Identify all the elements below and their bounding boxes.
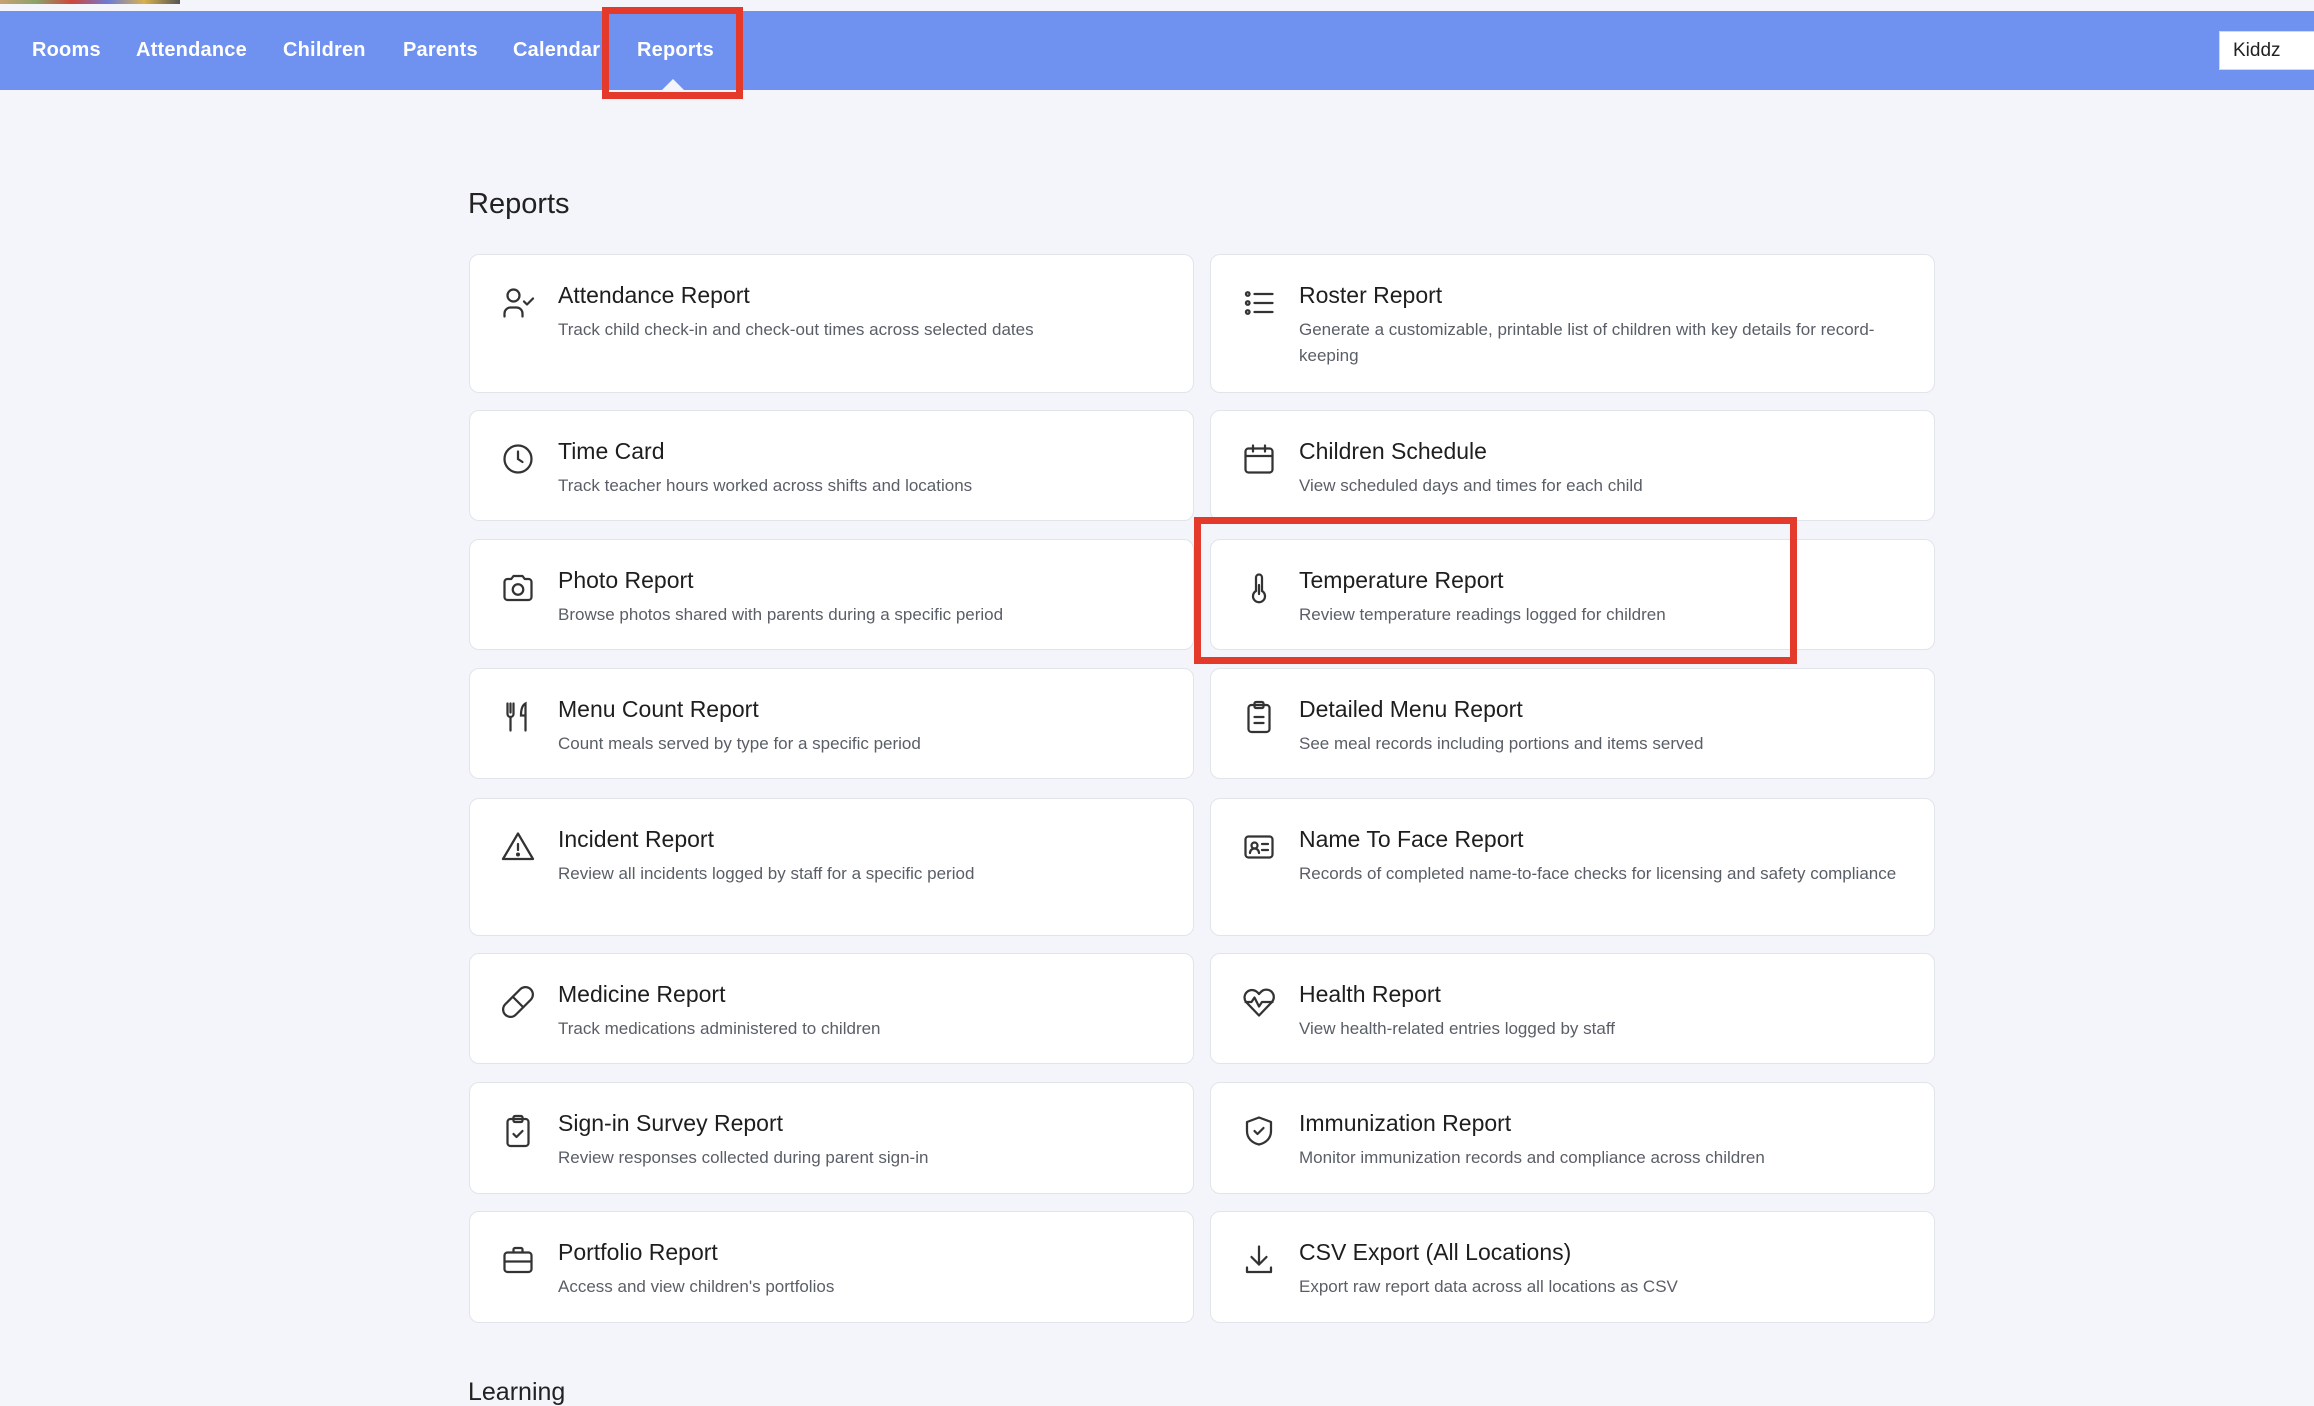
heart-pulse-icon (1241, 984, 1277, 1020)
thermometer-icon (1241, 570, 1277, 606)
card-title: Incident Report (558, 826, 714, 852)
card-title: Menu Count Report (558, 696, 759, 722)
nav-item-parents[interactable]: Parents (403, 11, 478, 90)
report-card-portfolio[interactable]: Portfolio Report Access and view childre… (469, 1211, 1194, 1323)
learning-section-title: Learning (468, 1378, 566, 1406)
report-card-menu-count[interactable]: Menu Count Report Count meals served by … (469, 668, 1194, 779)
card-title: Health Report (1299, 981, 1441, 1007)
nav-item-children[interactable]: Children (283, 11, 366, 90)
nav-item-calendar[interactable]: Calendar (513, 11, 600, 90)
card-description: Access and view children's portfolios (558, 1277, 835, 1296)
card-description: Export raw report data across all locati… (1299, 1277, 1678, 1296)
briefcase-icon (500, 1242, 536, 1278)
card-description: View scheduled days and times for each c… (1299, 476, 1643, 495)
report-card-csv-export[interactable]: CSV Export (All Locations) Export raw re… (1210, 1211, 1935, 1323)
utensils-icon (500, 699, 536, 735)
top-color-strip (0, 0, 180, 4)
report-card-roster[interactable]: Roster Report Generate a customizable, p… (1210, 254, 1935, 393)
report-card-photo[interactable]: Photo Report Browse photos shared with p… (469, 539, 1194, 650)
report-card-temperature[interactable]: Temperature Report Review temperature re… (1210, 539, 1935, 650)
report-card-attendance[interactable]: Attendance Report Track child check-in a… (469, 254, 1194, 393)
card-title: Sign-in Survey Report (558, 1110, 783, 1136)
card-title: Temperature Report (1299, 567, 1504, 593)
card-description: Generate a customizable, printable list … (1299, 320, 1875, 365)
nav-item-attendance[interactable]: Attendance (136, 11, 247, 90)
nav-item-reports-label: Reports (637, 39, 714, 61)
report-card-children-schedule[interactable]: Children Schedule View scheduled days an… (1210, 410, 1935, 521)
clipboard-check-icon (500, 1113, 536, 1149)
download-icon (1241, 1242, 1277, 1278)
top-navbar: Rooms Attendance Children Parents Calend… (0, 11, 2314, 90)
report-card-health[interactable]: Health Report View health-related entrie… (1210, 953, 1935, 1064)
card-description: Track child check-in and check-out times… (558, 320, 1034, 339)
location-select[interactable]: Kiddz (2219, 31, 2314, 70)
card-description: Review responses collected during parent… (558, 1148, 929, 1167)
card-title: Roster Report (1299, 282, 1443, 308)
report-card-time-card[interactable]: Time Card Track teacher hours worked acr… (469, 410, 1194, 521)
card-title: Medicine Report (558, 981, 726, 1007)
calendar-icon (1241, 441, 1277, 477)
report-card-detailed-menu[interactable]: Detailed Menu Report See meal records in… (1210, 668, 1935, 779)
card-description: Review temperature readings logged for c… (1299, 605, 1666, 624)
card-description: Track teacher hours worked across shifts… (558, 476, 973, 495)
report-card-immunization[interactable]: Immunization Report Monitor immunization… (1210, 1082, 1935, 1194)
nav-item-rooms[interactable]: Rooms (32, 11, 101, 90)
card-title: Portfolio Report (558, 1239, 718, 1265)
id-card-icon (1241, 829, 1277, 865)
reports-section-title: Reports (468, 188, 570, 220)
card-description: Monitor immunization records and complia… (1299, 1148, 1765, 1167)
report-card-name-to-face[interactable]: Name To Face Report Records of completed… (1210, 798, 1935, 936)
nav-item-reports[interactable]: Reports (637, 11, 714, 90)
card-description: Track medications administered to childr… (558, 1019, 881, 1038)
card-title: CSV Export (All Locations) (1299, 1239, 1572, 1265)
clock-icon (500, 441, 536, 477)
card-title: Immunization Report (1299, 1110, 1512, 1136)
card-description: Records of completed name-to-face checks… (1299, 864, 1897, 883)
card-title: Attendance Report (558, 282, 750, 308)
card-title: Name To Face Report (1299, 826, 1524, 852)
clipboard-icon (1241, 699, 1277, 735)
card-title: Photo Report (558, 567, 694, 593)
card-title: Children Schedule (1299, 438, 1487, 464)
card-description: Browse photos shared with parents during… (558, 605, 1004, 624)
warning-icon (500, 829, 536, 865)
list-icon (1241, 285, 1277, 321)
report-card-sign-in-survey[interactable]: Sign-in Survey Report Review responses c… (469, 1082, 1194, 1194)
pill-icon (500, 984, 536, 1020)
report-card-incident[interactable]: Incident Report Review all incidents log… (469, 798, 1194, 936)
card-description: See meal records including portions and … (1299, 734, 1704, 753)
user-check-icon (500, 285, 536, 321)
card-title: Detailed Menu Report (1299, 696, 1523, 722)
card-description: Review all incidents logged by staff for… (558, 864, 975, 883)
active-tab-caret (662, 79, 684, 90)
card-title: Time Card (558, 438, 665, 464)
shield-check-icon (1241, 1113, 1277, 1149)
card-description: Count meals served by type for a specifi… (558, 734, 921, 753)
report-card-medicine[interactable]: Medicine Report Track medications admini… (469, 953, 1194, 1064)
camera-icon (500, 570, 536, 606)
card-description: View health-related entries logged by st… (1299, 1019, 1615, 1038)
